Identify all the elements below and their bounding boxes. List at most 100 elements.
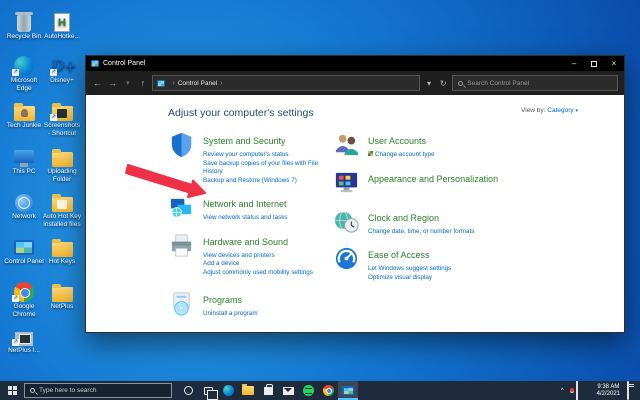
cortana-button[interactable] (178, 381, 198, 400)
search-icon (30, 388, 35, 393)
desktop-icon-label: NetPlus I... (8, 347, 40, 354)
desktop-icon-tech-junkie[interactable]: Tech Junkie (4, 97, 44, 130)
desktop-icon-network[interactable]: Network (4, 188, 44, 221)
category-link[interactable]: Change account type (368, 151, 435, 160)
category-link[interactable]: Optimize visual display (368, 274, 451, 283)
desktop-icon-screenshots[interactable]: ↗ Screenshots - Shortcut (42, 97, 82, 138)
minimize-button[interactable]: – (564, 56, 584, 71)
desktop-icon-chrome[interactable]: ↗ Google Chrome (4, 278, 44, 319)
recent-pages-dropdown[interactable]: ▾ (122, 79, 133, 87)
start-button[interactable] (0, 381, 24, 400)
programs-icon[interactable] (168, 290, 195, 317)
personalization-icon[interactable] (333, 169, 360, 196)
desktop-icon-disney-plus[interactable]: D+ ↗ Disney+ (42, 52, 82, 85)
taskbar: Type here to search ^ 9:38 AM 4/2/2021 (0, 380, 640, 400)
tray-expand-button[interactable]: ^ (561, 388, 564, 394)
desktop-icon-this-pc[interactable]: This PC (4, 143, 44, 176)
desktop-icon-autohotkey[interactable]: AutoHotke... (42, 8, 82, 41)
display-tray-button[interactable] (575, 380, 578, 400)
close-button[interactable]: × (604, 56, 624, 71)
control-panel-taskbar-button[interactable] (338, 381, 358, 400)
breadcrumb-chevron-icon: › (220, 79, 223, 87)
action-center-button[interactable] (627, 380, 629, 400)
page-title: Adjust your computer's settings (168, 107, 314, 119)
category-title[interactable]: Appearance and Personalization (368, 174, 498, 184)
category-link[interactable]: Backup and Restore (Windows 7) (203, 177, 333, 186)
desktop-icon-uploading-folder[interactable]: Uploading Folder (42, 143, 82, 184)
category-title[interactable]: User Accounts (368, 136, 426, 146)
folder-screenshots-icon: ↗ (50, 97, 74, 121)
file-explorer-button[interactable] (238, 381, 258, 400)
system-tray: ^ 9:38 AM 4/2/2021 (561, 380, 640, 400)
desktop-icon-recycle-bin[interactable]: Recycle Bin (4, 8, 44, 41)
view-by-value[interactable]: Category (547, 107, 573, 114)
search-input[interactable]: Search Control Panel (452, 75, 618, 91)
title-bar[interactable]: Control Panel – × (86, 56, 624, 71)
breadcrumb[interactable]: Control Panel (178, 80, 217, 87)
desktop-icon-label: Screenshots - Shortcut (43, 122, 81, 137)
task-view-button[interactable] (198, 381, 218, 400)
control-panel-icon (91, 60, 99, 67)
category-link[interactable]: Let Windows suggest settings (368, 265, 451, 274)
forward-button[interactable]: → (107, 78, 118, 88)
edge-icon (222, 385, 234, 396)
folder-icon (50, 278, 74, 302)
chevron-down-icon: ▾ (575, 108, 578, 114)
clock-region-icon[interactable] (333, 208, 360, 235)
desktop-icon-control-panel[interactable]: Control Panel (4, 233, 44, 266)
up-button[interactable]: ↑ (137, 78, 148, 88)
taskbar-search-input[interactable]: Type here to search (24, 383, 172, 398)
category-link[interactable]: Save backup copies of your files with Fi… (203, 160, 333, 177)
users-icon[interactable] (333, 131, 360, 158)
chrome-taskbar-button[interactable] (318, 381, 338, 400)
category-title[interactable]: Network and Internet (203, 199, 287, 209)
category-title[interactable]: Clock and Region (368, 213, 439, 223)
category-link[interactable]: Change date, time, or number formats (368, 228, 474, 237)
refresh-button[interactable]: ↻ (438, 79, 448, 88)
desktop-icon-label: This PC (12, 168, 36, 175)
navigation-toolbar: ← → ▾ ↑ › Control Panel › ▾ ↻ Search Con… (86, 71, 624, 95)
mail-button[interactable] (278, 381, 298, 400)
shield-icon[interactable] (168, 131, 195, 158)
file-explorer-icon (242, 384, 254, 395)
desktop-icon-ahk-files[interactable]: Auto Hot Key installed files (42, 188, 82, 229)
desktop-icon-netplus-installer[interactable]: ↗ NetPlus I... (4, 322, 44, 355)
category-appearance: Appearance and Personalization (333, 169, 624, 196)
category-link[interactable]: Uninstall a program (203, 310, 258, 319)
desktop-icon-label: Hot Keys (48, 258, 76, 265)
category-link[interactable]: View network status and tasks (203, 214, 288, 223)
desktop-icon-netplus[interactable]: NetPlus (42, 278, 82, 311)
desktop-icon-edge[interactable]: ↗ Microsoft Edge (4, 52, 44, 93)
spotify-button[interactable] (298, 381, 318, 400)
back-button[interactable]: ← (92, 78, 103, 88)
spotify-icon (302, 385, 314, 396)
category-clock-region: Clock and Region Change date, time, or n… (333, 208, 624, 237)
folder-files-icon (50, 188, 74, 212)
edge-taskbar-button[interactable] (218, 381, 238, 400)
address-bar[interactable]: › Control Panel › (152, 75, 420, 91)
this-pc-icon (12, 143, 36, 167)
category-title[interactable]: Hardware and Sound (203, 237, 288, 247)
category-link[interactable]: Add a device (203, 260, 313, 269)
taskbar-clock[interactable]: 9:38 AM 4/2/2021 (594, 384, 623, 398)
store-icon (263, 383, 273, 395)
category-link[interactable]: View devices and printers (203, 252, 313, 261)
ease-of-access-icon[interactable] (333, 245, 360, 272)
task-view-icon (203, 386, 218, 400)
category-link[interactable]: Review your computer's status (203, 151, 333, 160)
edge-icon: ↗ (12, 52, 36, 76)
desktop-icon-hot-keys[interactable]: Hot Keys (42, 233, 82, 266)
control-panel-home: Adjust your computer's settings View by:… (86, 95, 624, 332)
category-hardware-sound: Hardware and Sound View devices and prin… (168, 232, 333, 278)
category-link[interactable]: Adjust commonly used mobility settings (203, 269, 313, 278)
microsoft-store-button[interactable] (258, 381, 278, 400)
printer-icon[interactable] (168, 232, 195, 259)
category-title[interactable]: Ease of Access (368, 250, 430, 260)
address-dropdown-button[interactable]: ▾ (424, 79, 434, 88)
network-icon (12, 188, 36, 212)
maximize-button[interactable] (584, 56, 604, 71)
view-by-control[interactable]: View by: Category ▾ (521, 107, 578, 114)
category-title[interactable]: System and Security (203, 136, 286, 146)
category-title[interactable]: Programs (203, 295, 242, 305)
desktop-icon-label: Network (12, 213, 36, 220)
